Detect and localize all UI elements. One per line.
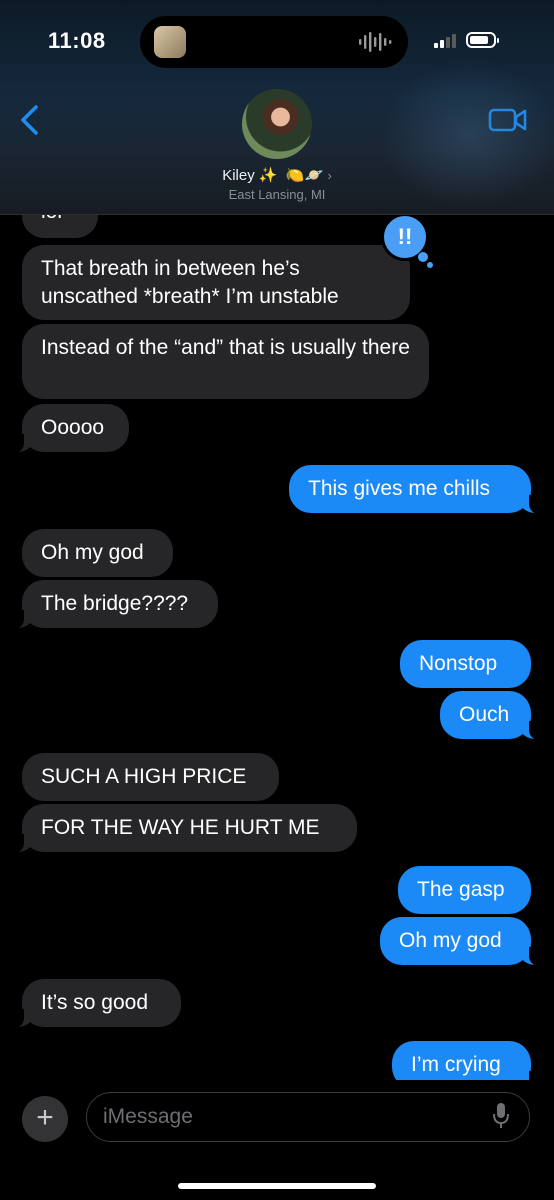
now-playing-artwork: [154, 26, 186, 58]
microphone-icon[interactable]: [492, 1102, 510, 1130]
apps-plus-button[interactable]: +: [22, 1096, 68, 1142]
message-bubble-incoming[interactable]: Ooooo: [12, 404, 129, 453]
message-bubble-incoming[interactable]: Instead of the “and” that is usually the…: [22, 324, 429, 399]
message-bubble-incoming[interactable]: SUCH A HIGH PRICE: [22, 753, 279, 801]
cellular-signal-icon: [434, 34, 456, 48]
battery-icon: [466, 32, 499, 48]
chevron-right-icon: ›: [327, 168, 332, 183]
contact-location: East Lansing, MI: [228, 187, 326, 202]
message-bubble-outgoing[interactable]: Oh my god: [380, 917, 541, 966]
conversation-header: 11:08 Kiley ✨ 🍋🪐 › East Lansing, MI: [0, 0, 554, 215]
message-bubble-outgoing[interactable]: Ouch: [440, 691, 541, 740]
contact-name: Kiley: [222, 167, 255, 184]
chevron-left-icon: [21, 105, 38, 135]
message-composer: + iMessage: [0, 1080, 554, 1200]
input-placeholder: iMessage: [103, 1105, 193, 1128]
message-bubble-outgoing[interactable]: This gives me chills: [289, 465, 541, 514]
message-bubble-incoming[interactable]: It’s so good: [12, 979, 181, 1028]
contact-avatar[interactable]: [242, 89, 312, 159]
video-camera-icon: [488, 108, 527, 132]
audio-waveform-icon: [359, 32, 392, 52]
contact-name-row[interactable]: Kiley ✨ 🍋🪐 ›: [0, 166, 554, 184]
facetime-video-button[interactable]: [488, 106, 528, 139]
plus-icon: +: [36, 1101, 54, 1134]
sparkles-emoji: ✨: [258, 167, 278, 184]
tapback-tail-dot: [427, 262, 433, 268]
dynamic-island[interactable]: [140, 16, 408, 68]
back-button[interactable]: [18, 104, 42, 141]
message-bubble-outgoing[interactable]: Nonstop: [400, 640, 531, 688]
message-bubble-incoming[interactable]: Oh my god: [22, 529, 173, 577]
message-bubble-incoming[interactable]: FOR THE WAY HE HURT ME: [12, 804, 357, 853]
message-bubble-incoming[interactable]: That breath in between he’s unscathed *b…: [22, 245, 410, 320]
tapback-tail-dot: [418, 252, 428, 262]
home-indicator[interactable]: [178, 1183, 376, 1189]
message-bubble-incoming[interactable]: The bridge????: [12, 580, 218, 629]
message-bubble-outgoing[interactable]: The gasp: [398, 866, 531, 914]
imessage-input[interactable]: iMessage: [86, 1092, 530, 1142]
contact-emoji: 🍋🪐: [285, 167, 324, 184]
status-time: 11:08: [48, 28, 106, 53]
